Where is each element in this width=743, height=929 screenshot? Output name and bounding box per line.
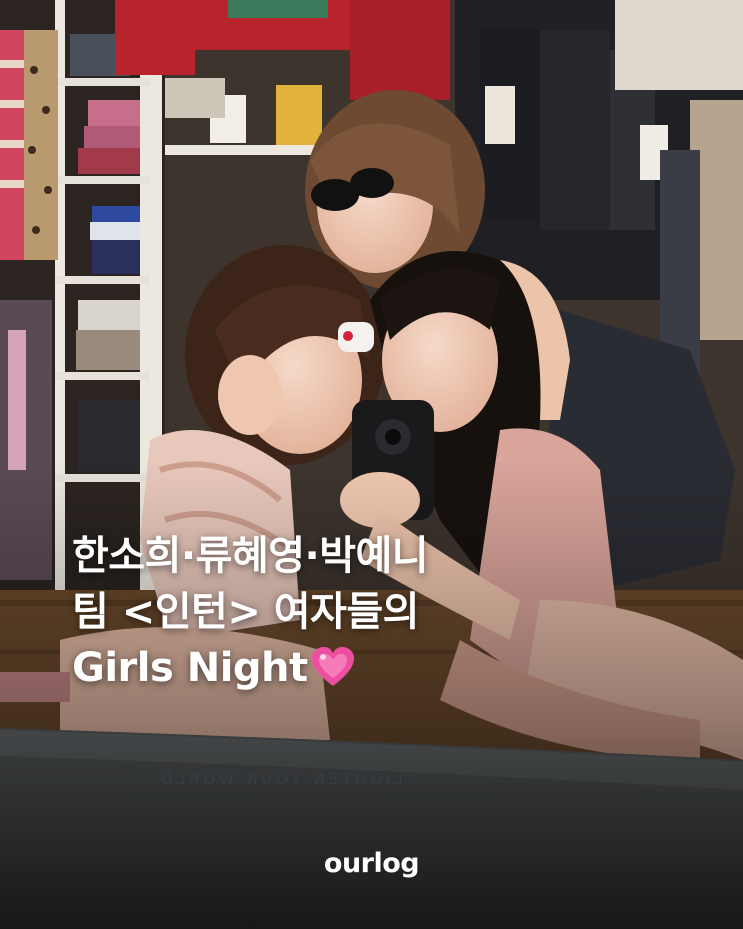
headline-line-3-text: Girls Night [72,645,308,691]
ourlog-logo: ourlog [323,848,420,879]
headline: 한소희·류혜영·박예니 팀 <인턴> 여자들의 Girls Night [72,528,429,696]
headline-line-3: Girls Night [72,640,428,696]
sparkling-heart-icon [310,645,356,689]
headline-line-2: 팀 <인턴> 여자들의 [72,589,419,635]
closet-selfie-photo [0,0,743,929]
post-card: LIGHTEN YOUR WORLD 한소희·류혜영·박예니 팀 <인턴> 여자… [0,0,743,929]
mirrored-box-text: LIGHTEN YOUR WORLD [157,770,403,788]
headline-line-1: 한소희·류혜영·박예니 [72,533,429,579]
